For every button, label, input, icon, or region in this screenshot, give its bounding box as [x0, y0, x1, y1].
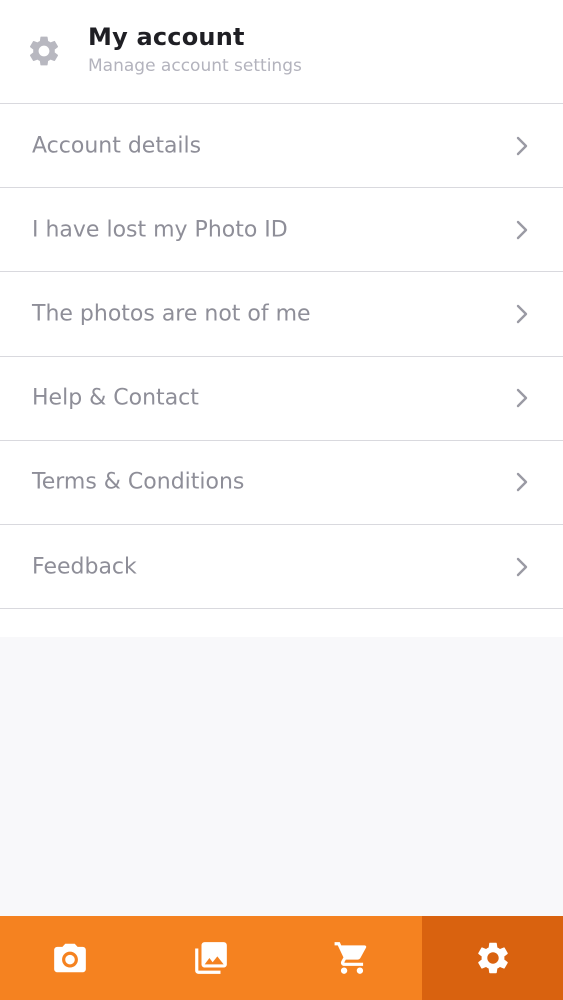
tab-camera[interactable] — [0, 916, 141, 1000]
menu-item-lost-photo-id[interactable]: I have lost my Photo ID — [0, 188, 563, 273]
chevron-right-icon — [516, 304, 528, 324]
menu-item-label: I have lost my Photo ID — [32, 217, 288, 243]
cart-icon — [334, 942, 367, 974]
gear-icon — [29, 36, 59, 66]
menu-item-terms-conditions[interactable]: Terms & Conditions — [0, 440, 563, 525]
tab-settings[interactable] — [422, 916, 563, 1000]
bottom-tab-bar — [0, 916, 563, 1000]
page-subtitle: Manage account settings — [88, 56, 302, 76]
menu-item-feedback[interactable]: Feedback — [0, 524, 563, 610]
tab-cart[interactable] — [282, 916, 423, 1000]
chevron-right-icon — [516, 388, 528, 408]
page-title: My account — [88, 23, 245, 51]
chevron-right-icon — [516, 220, 528, 239]
chevron-right-icon — [516, 136, 528, 155]
page-header: My account Manage account settings — [0, 0, 563, 104]
menu-item-account-details[interactable]: Account details — [0, 104, 563, 189]
menu-item-label: Help & Contact — [32, 385, 199, 411]
settings-gear-icon — [477, 942, 508, 974]
menu-item-label: The photos are not of me — [32, 301, 311, 327]
menu-item-help-contact[interactable]: Help & Contact — [0, 356, 563, 441]
menu-item-label: Account details — [32, 133, 202, 159]
empty-content-area — [0, 637, 563, 916]
gallery-icon — [195, 942, 227, 974]
menu-item-photos-not-of-me[interactable]: The photos are not of me — [0, 272, 563, 357]
settings-menu: Account details I have lost my Photo ID … — [0, 104, 563, 610]
tab-gallery[interactable] — [141, 916, 282, 1000]
chevron-right-icon — [516, 473, 528, 492]
menu-item-label: Terms & Conditions — [32, 469, 245, 495]
menu-item-label: Feedback — [32, 554, 137, 580]
chevron-right-icon — [516, 557, 528, 576]
camera-icon — [54, 943, 87, 973]
